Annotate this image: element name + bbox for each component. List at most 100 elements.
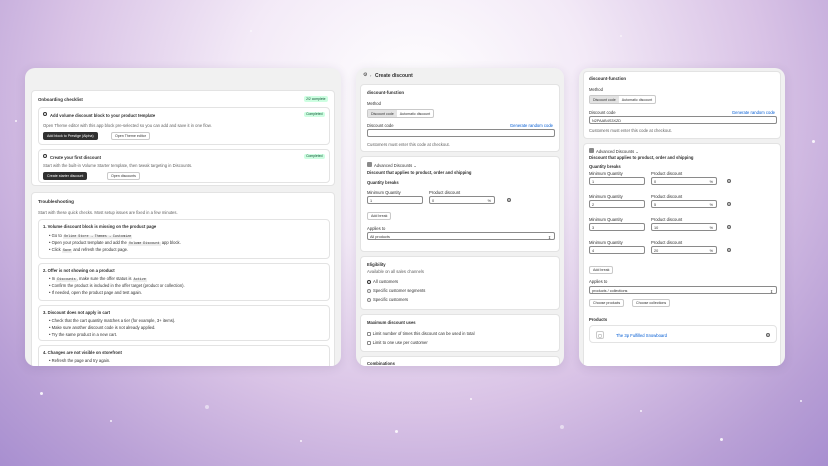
min-qty-label: Minimum Quantity — [589, 240, 623, 245]
app-block-title[interactable]: Advanced Discounts ⌄ — [374, 163, 417, 168]
min-qty-label: Minimum Quantity — [589, 217, 623, 222]
app-block-title[interactable]: Advanced Discounts ⌄ — [596, 149, 639, 154]
task-status-badge: Completed — [303, 153, 325, 160]
product-discount-input[interactable]: 10% — [651, 223, 717, 231]
task-create-discount[interactable]: Create your first discount Completed Sta… — [38, 149, 330, 183]
generate-code-link[interactable]: Generate random code — [732, 110, 775, 115]
issue-step: • Click Save and refresh the product pag… — [49, 247, 129, 253]
issue-step: • Refresh the page and try again. — [49, 358, 111, 363]
limit-total-checkbox[interactable]: Limit number of times this discount can … — [367, 331, 475, 336]
discount-tag-icon: ⚙ — [363, 72, 368, 78]
task-add-block[interactable]: Add volume discount block to your produc… — [38, 107, 330, 145]
choose-products-button[interactable]: Choose products — [589, 299, 625, 308]
discount-code-input[interactable]: N2PAAB4S3XZD — [589, 116, 777, 124]
eligibility-title: Eligibility — [367, 262, 386, 267]
advanced-discount-card: Advanced Discounts ⌄ Discount that appli… — [583, 143, 781, 366]
max-uses-title: Maximum discount uses — [367, 320, 416, 325]
discount-code-label: Discount code — [367, 123, 394, 128]
remove-tier-icon[interactable]: × — [727, 225, 731, 229]
limit-per-customer-checkbox[interactable]: Limit to one use per customer — [367, 340, 428, 345]
method-automatic[interactable]: Automatic discount — [397, 110, 433, 117]
product-discount-input[interactable]: 0% — [429, 196, 495, 204]
min-qty-label: Minimum Quantity — [589, 171, 623, 176]
chevron-down-icon: ⌄ — [413, 162, 417, 168]
app-icon — [367, 162, 372, 167]
eligibility-all-customers[interactable]: All customers — [367, 279, 398, 284]
task-description: Start with the built-in Volume Starter t… — [43, 163, 193, 168]
onboarding-panel: Onboarding checklist 2/2 complete Add vo… — [25, 68, 341, 366]
create-discount-panel: ⚙ › Create discount discount-function Me… — [356, 68, 564, 366]
remove-tier-icon[interactable]: × — [727, 202, 731, 206]
issue-title: 1. Volume discount block is missing on t… — [43, 224, 157, 229]
add-break-button[interactable]: Add break — [589, 266, 614, 275]
issue-step: • If needed, open the product page and t… — [49, 290, 142, 295]
product-discount-label: Product discount — [651, 171, 683, 176]
method-card: discount-function Method Discount code A… — [583, 71, 781, 139]
add-break-button[interactable]: Add break — [367, 212, 392, 221]
applies-to-select[interactable]: products / collections ⇕ — [589, 286, 777, 294]
min-qty-input[interactable]: 3 — [589, 223, 645, 231]
product-discount-input[interactable]: 0% — [651, 177, 717, 185]
section-title: discount-function — [367, 90, 405, 95]
issue-step: • Confirm the product is included in the… — [49, 283, 185, 288]
product-row: ▢ The 3p Fulfilled Snowboard × — [589, 325, 777, 343]
chevron-right-icon: › — [370, 72, 372, 78]
min-qty-input[interactable]: 2 — [589, 200, 645, 208]
task-title: Add volume discount block to your produc… — [50, 112, 156, 118]
troubleshooting-card: Troubleshooting Start with these quick c… — [31, 192, 335, 366]
percent-suffix: % — [709, 202, 713, 207]
method-toggle: Discount code Automatic discount — [367, 109, 435, 118]
method-label: Method — [589, 87, 603, 92]
task-description: Open Theme editor with this app block pr… — [43, 123, 212, 128]
percent-suffix: % — [487, 198, 491, 203]
product-image-icon: ▢ — [596, 331, 604, 339]
task-title: Create your first discount — [50, 154, 101, 160]
eligibility-specific-customers[interactable]: Specific customers — [367, 297, 408, 302]
issue-title: 2. Offer is not showing on a product — [43, 268, 115, 273]
issue-step: • Make sure another discount code is not… — [49, 325, 156, 330]
add-block-button[interactable]: Add block to Prestige (Alpha) — [43, 132, 98, 141]
min-qty-input[interactable]: 1 — [589, 177, 645, 185]
onboarding-title: Onboarding checklist — [38, 97, 83, 102]
min-qty-input[interactable]: 1 — [367, 196, 423, 204]
min-qty-label: Minimum Quantity — [589, 194, 623, 199]
choose-collections-button[interactable]: Choose collections — [632, 299, 671, 308]
quantity-breaks-label: Quantity breaks — [589, 164, 621, 169]
check-circle-icon — [43, 154, 47, 158]
product-name[interactable]: The 3p Fulfilled Snowboard — [616, 333, 667, 338]
issue-step: • In Discounts, make sure the offer stat… — [49, 276, 147, 282]
method-discount-code[interactable]: Discount code — [590, 96, 619, 103]
applies-to-label: Applies to — [589, 279, 608, 284]
open-theme-editor-button[interactable]: Open Theme editor — [111, 132, 150, 141]
eligibility-segments[interactable]: Specific customer segments — [367, 288, 425, 293]
issue-storefront: 4. Changes are not visible on storefront… — [38, 345, 330, 366]
remove-tier-icon[interactable]: × — [507, 198, 511, 202]
applies-to-select[interactable]: All products ⇕ — [367, 232, 555, 240]
product-discount-input[interactable]: 20% — [651, 246, 717, 254]
eligibility-subtitle: Available on all sales channels — [367, 269, 424, 274]
remove-tier-icon[interactable]: × — [727, 248, 731, 252]
product-discount-label: Product discount — [651, 194, 683, 199]
method-card: discount-function Method Discount code A… — [360, 84, 560, 152]
method-automatic[interactable]: Automatic discount — [619, 96, 655, 103]
advanced-discount-card: Advanced Discounts ⌄ Discount that appli… — [360, 156, 560, 252]
create-starter-discount-button[interactable]: Create starter discount — [43, 172, 88, 181]
percent-suffix: % — [709, 179, 713, 184]
min-qty-input[interactable]: 4 — [589, 246, 645, 254]
issue-step: • Try the same product in a new cart. — [49, 332, 118, 337]
issue-step: • Go to Online Store → Themes → Customiz… — [49, 233, 133, 239]
percent-suffix: % — [709, 248, 713, 253]
open-discounts-button[interactable]: Open discounts — [107, 172, 140, 181]
discount-code-input[interactable] — [367, 129, 555, 137]
section-title: discount-function — [589, 76, 627, 81]
max-uses-card: Maximum discount uses Limit number of ti… — [360, 314, 560, 352]
troubleshooting-intro: Start with these quick checks. Most setu… — [38, 210, 178, 215]
remove-tier-icon[interactable]: × — [727, 179, 731, 183]
product-discount-input[interactable]: 5% — [651, 200, 717, 208]
method-discount-code[interactable]: Discount code — [368, 110, 397, 117]
code-help-text: Customers must enter this code at checko… — [367, 142, 450, 147]
products-label: Products — [589, 317, 608, 322]
generate-code-link[interactable]: Generate random code — [510, 123, 553, 128]
remove-product-icon[interactable]: × — [766, 333, 770, 337]
method-label: Method — [367, 101, 381, 106]
